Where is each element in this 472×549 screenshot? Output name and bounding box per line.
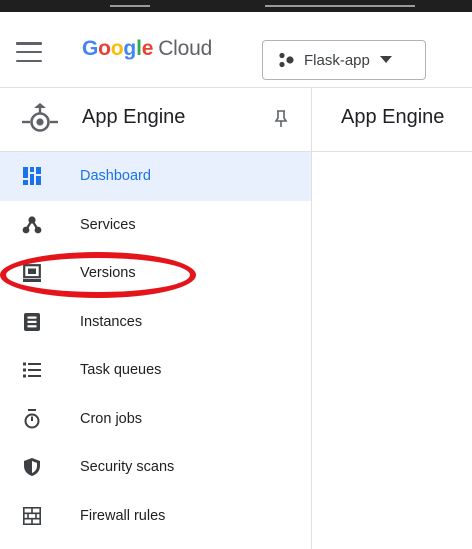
sidebar-item-versions[interactable]: Versions — [0, 249, 311, 298]
project-dots-icon — [279, 52, 294, 68]
services-icon — [22, 215, 42, 235]
sidebar: App Engine Dashboard Services Versions I… — [0, 88, 312, 549]
project-picker-button[interactable]: Flask-app — [262, 40, 426, 80]
sidebar-item-label: Services — [80, 216, 136, 233]
versions-icon — [22, 263, 42, 283]
console-header: Google Cloud Flask-app — [0, 12, 472, 88]
firewall-rules-icon — [22, 506, 42, 526]
sidebar-item-firewall-rules[interactable]: Firewall rules — [0, 492, 311, 541]
google-cloud-logo[interactable]: Google Cloud — [82, 37, 212, 61]
sidebar-item-dashboard[interactable]: Dashboard — [0, 152, 311, 201]
cron-jobs-icon — [22, 408, 42, 429]
sidebar-item-label: Dashboard — [80, 168, 151, 185]
sidebar-item-label: Instances — [80, 313, 143, 330]
project-name: Flask-app — [304, 51, 370, 69]
sidebar-item-label: Firewall rules — [80, 507, 166, 524]
security-scans-icon — [22, 457, 42, 477]
sidebar-item-cron-jobs[interactable]: Cron jobs — [0, 395, 311, 444]
instances-icon — [22, 312, 42, 332]
sidebar-item-security-scans[interactable]: Security scans — [0, 443, 311, 492]
cloud-wordmark: Cloud — [158, 37, 213, 60]
main-divider — [312, 151, 472, 152]
sidebar-item-label: Security scans — [80, 459, 175, 476]
chevron-down-icon — [379, 56, 392, 63]
sidebar-item-label: Versions — [80, 265, 136, 282]
app-engine-icon — [22, 103, 58, 132]
sidebar-title: App Engine — [82, 106, 186, 128]
dashboard-icon — [22, 166, 42, 186]
sidebar-nav: Dashboard Services Versions Instances Ta… — [0, 152, 311, 540]
sidebar-item-services[interactable]: Services — [0, 201, 311, 250]
pin-icon[interactable] — [274, 110, 288, 128]
page-title: App Engine — [341, 106, 445, 128]
sidebar-item-task-queues[interactable]: Task queues — [0, 346, 311, 395]
sidebar-item-label: Cron jobs — [80, 410, 143, 427]
sidebar-item-label: Task queues — [80, 362, 162, 379]
main-menu-button[interactable] — [16, 42, 42, 62]
sidebar-header: App Engine — [0, 88, 311, 152]
google-wordmark: Google — [82, 37, 154, 60]
task-queues-icon — [22, 360, 42, 380]
browser-top-strip — [0, 0, 472, 12]
sidebar-item-instances[interactable]: Instances — [0, 298, 311, 347]
